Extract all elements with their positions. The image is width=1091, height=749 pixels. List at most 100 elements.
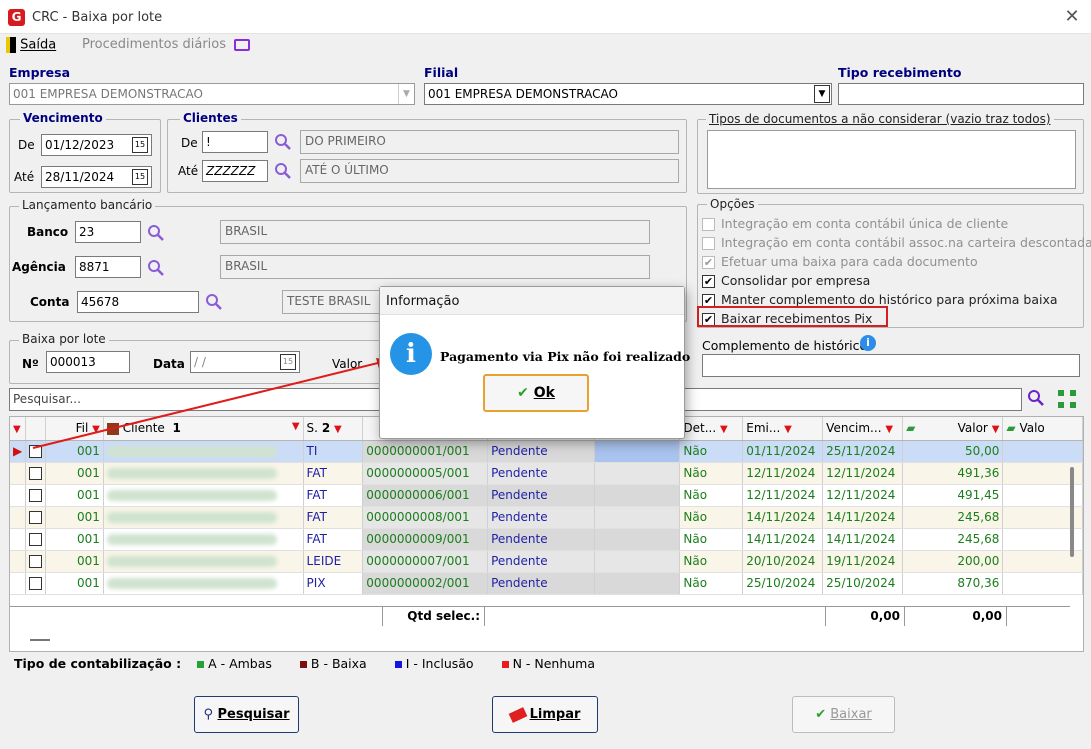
option-item[interactable]: Integração em conta contábil assoc.na ca… [702,235,1091,252]
filter-icon[interactable]: ▼ [720,424,728,435]
doc-cell[interactable]: 0000000009/001 [362,528,489,551]
det-header[interactable]: Det... ▼ [679,417,744,441]
row-checkbox-box[interactable] [29,555,43,568]
valor-header[interactable]: ▰ Valor ▼ [902,417,1004,441]
exit-menu[interactable]: Saída [6,37,56,55]
valor-cell[interactable]: 491,45 [902,484,1004,507]
indicator-cell[interactable] [10,572,27,595]
row-checkbox-box[interactable] [29,445,43,458]
indicator-cell[interactable] [10,528,27,551]
search-icon[interactable] [147,259,165,277]
s-cell[interactable]: FAT [303,528,364,551]
s-cell[interactable]: PIX [303,572,364,595]
table-row[interactable]: 001 FAT 0000000006/001 Pendente Não 12/11/202… [10,484,1083,507]
valo-cell[interactable] [1002,572,1083,595]
cliente-cell[interactable] [103,462,304,485]
cli-ate-input[interactable]: ZZZZZZ [202,160,268,182]
venc-de-input[interactable]: 01/12/2023 15 [41,134,152,156]
indicator-cell[interactable] [10,550,27,573]
det-cell[interactable]: Não [679,550,744,573]
data-input[interactable]: / / 15 [190,351,300,373]
indicator-header[interactable]: ▼ [10,417,27,441]
tipo-recebimento-input[interactable] [838,83,1084,105]
det-cell[interactable]: Não [679,528,744,551]
ok-button[interactable]: ✔ Ok [483,374,589,412]
fil-cell[interactable]: 001 [45,440,104,463]
filial-select[interactable]: 001 EMPRESA DEMONSTRACAO ▼ [424,83,832,105]
blank-cell[interactable] [594,462,681,485]
empresa-select[interactable]: 001 EMPRESA DEMONSTRACAO ▼ [9,83,415,105]
option-checkbox[interactable]: ✔ [702,275,715,288]
indicator-cell[interactable]: ▶ [10,440,27,463]
search-icon[interactable] [274,133,292,151]
filter-icon[interactable]: ▼ [334,424,342,435]
cliente-cell[interactable] [103,484,304,507]
option-checkbox[interactable] [702,237,715,250]
venc-cell[interactable]: 19/11/2024 [822,550,904,573]
row-checkbox-box[interactable] [29,511,43,524]
filter-icon[interactable]: ▼ [992,424,1000,435]
fil-cell[interactable]: 001 [45,506,104,529]
det-cell[interactable]: Não [679,440,744,463]
cliente-cell[interactable] [103,440,304,463]
agencia-input[interactable]: 8871 [75,256,141,278]
valor-cell[interactable]: 245,68 [902,528,1004,551]
emi-cell[interactable]: 01/11/2024 [742,440,824,463]
det-cell[interactable]: Não [679,484,744,507]
conta-input[interactable]: 45678 [77,291,199,313]
search-icon[interactable] [147,224,165,242]
option-checkbox[interactable]: ✔ [702,256,715,269]
row-checkbox[interactable] [25,550,47,573]
valor-cell[interactable]: 870,36 [902,572,1004,595]
emi-cell[interactable]: 25/10/2024 [742,572,824,595]
table-row[interactable]: 001 LEIDE 0000000007/001 Pendente Não 20/10/2… [10,550,1083,573]
s-cell[interactable]: LEIDE [303,550,364,573]
vertical-scrollbar[interactable] [1070,467,1074,557]
status-cell[interactable]: Pendente [487,462,596,485]
cli-de-input[interactable]: ! [202,131,268,153]
emi-cell[interactable]: 14/11/2024 [742,506,824,529]
blank-cell[interactable] [594,572,681,595]
emi-cell[interactable]: 12/11/2024 [742,484,824,507]
fil-header[interactable]: Fil ▼ [45,417,104,441]
valor-cell[interactable]: 50,00 [902,440,1004,463]
chevron-down-icon[interactable]: ▼ [814,85,830,103]
calendar-icon[interactable]: 15 [280,354,296,370]
doc-cell[interactable]: 0000000002/001 [362,572,489,595]
status-cell[interactable]: Pendente [487,528,596,551]
option-checkbox[interactable] [702,218,715,231]
option-item[interactable]: ✔ Consolidar por empresa [702,273,870,290]
venc-cell[interactable]: 14/11/2024 [822,506,904,529]
indicator-cell[interactable] [10,484,27,507]
search-icon[interactable] [1027,389,1045,407]
status-cell[interactable]: Pendente [487,550,596,573]
row-checkbox-box[interactable] [29,577,43,590]
search-icon[interactable] [205,293,223,311]
expand-icon[interactable] [1057,389,1077,409]
filter-icon[interactable]: ▼ [92,424,100,435]
blank-cell[interactable] [594,506,681,529]
close-button[interactable]: ✕ [1062,6,1082,28]
doc-cell[interactable]: 0000000008/001 [362,506,489,529]
table-row[interactable]: ▶ 001 TI 0000000001/001 Pendente Não 01/11/202… [10,440,1083,463]
filter-icon[interactable]: ▼ [292,421,300,432]
row-checkbox[interactable] [25,440,47,463]
option-item[interactable]: ✔ Efetuar uma baixa para cada documento [702,254,978,271]
pesquisar-button[interactable]: ⚲ Pesquisar [194,696,299,733]
row-checkbox[interactable] [25,506,47,529]
emi-cell[interactable]: 20/10/2024 [742,550,824,573]
doc-cell[interactable]: 0000000005/001 [362,462,489,485]
venc-ate-input[interactable]: 28/11/2024 15 [41,166,152,188]
scroll-handle[interactable] [30,639,50,641]
valor-cell[interactable]: 200,00 [902,550,1004,573]
search-icon[interactable] [274,162,292,180]
row-checkbox[interactable] [25,528,47,551]
row-checkbox-box[interactable] [29,467,43,480]
filter-icon[interactable]: ▼ [784,424,792,435]
blank-cell[interactable] [594,484,681,507]
s-cell[interactable]: FAT [303,506,364,529]
blank-cell[interactable] [594,550,681,573]
valo-cell[interactable] [1002,440,1083,463]
calendar-icon[interactable]: 15 [132,137,148,153]
fil-cell[interactable]: 001 [45,528,104,551]
